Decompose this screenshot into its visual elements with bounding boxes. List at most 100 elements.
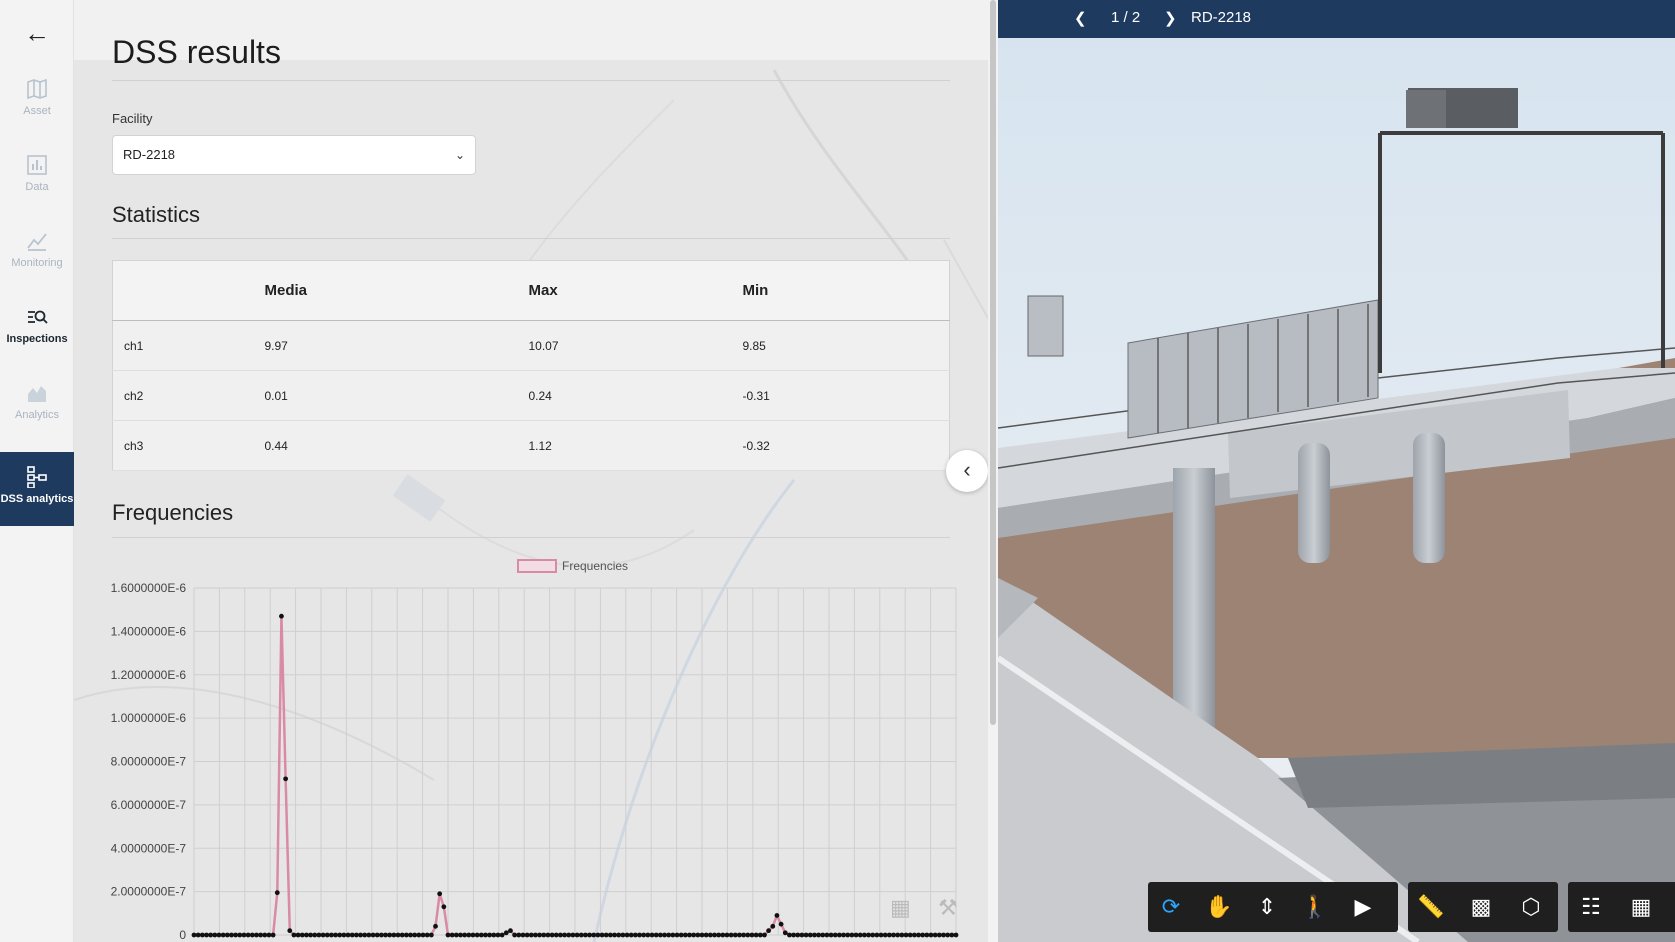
left-panel-scrollbar[interactable] [988, 0, 998, 942]
data-point [353, 932, 359, 938]
data-point [628, 932, 634, 938]
data-point [220, 932, 226, 938]
frequencies-chart: 0 2.0000000E-7 4.0000000E-7 6.0000000E-7 8.0… [111, 559, 959, 942]
data-point [861, 932, 867, 938]
sidebar-item-label: Inspections [6, 333, 68, 345]
cell-media: 9.97 [264, 338, 288, 353]
data-point [512, 932, 518, 938]
sidebar-item-label: Monitoring [11, 257, 63, 269]
collapse-panel-button[interactable]: ‹ [946, 450, 988, 492]
y-tick-label: 6.0000000E-7 [111, 798, 187, 812]
data-point [537, 932, 543, 938]
scrollbar-thumb[interactable] [990, 0, 996, 725]
sidebar-item-monitoring[interactable]: Monitoring [0, 216, 74, 290]
y-tick-label: 0 [179, 928, 186, 942]
sidebar-item-label: Data [25, 181, 49, 193]
sidebar-item-inspections[interactable]: Inspections [0, 292, 74, 366]
data-point [907, 932, 913, 938]
data-point [866, 932, 871, 938]
data-point [270, 932, 276, 938]
data-point [803, 932, 809, 938]
data-point [233, 932, 239, 938]
sidebar: ← Asset Data Monitoring Inspections Anal… [0, 0, 74, 942]
data-point [770, 923, 776, 929]
section-icon[interactable]: ▩ [1464, 890, 1498, 924]
chevron-right-icon[interactable]: ❯ [1164, 9, 1177, 27]
data-point [453, 932, 459, 938]
data-point [295, 932, 301, 938]
data-point [583, 932, 588, 938]
model-tree-icon[interactable]: ☷ [1574, 890, 1608, 924]
data-point [678, 932, 684, 938]
data-point [657, 932, 663, 938]
cell-max: 10.07 [528, 338, 559, 353]
data-point [191, 932, 197, 938]
camera-icon[interactable]: ▶ [1346, 890, 1380, 924]
data-point [441, 904, 447, 910]
data-point [324, 932, 330, 938]
area-chart-icon [28, 386, 46, 402]
data-point [329, 932, 334, 938]
data-point [466, 932, 472, 938]
data-point [670, 932, 676, 938]
data-point [787, 932, 792, 938]
model-name: RD-2218 [1191, 9, 1252, 26]
sidebar-item-data[interactable]: Data [0, 140, 74, 214]
bridge-3d-model[interactable] [998, 38, 1675, 942]
search-list-icon [28, 310, 48, 324]
data-point [458, 932, 463, 938]
walk-icon[interactable]: 🚶 [1298, 890, 1332, 924]
data-point [478, 932, 484, 938]
data-point [591, 932, 597, 938]
data-point [620, 932, 626, 938]
data-point [408, 932, 413, 938]
data-point [316, 932, 322, 938]
data-point [953, 932, 959, 938]
data-point [753, 932, 759, 938]
data-point [916, 932, 921, 938]
explode-icon[interactable]: ⬡ [1514, 890, 1548, 924]
data-point [874, 932, 880, 938]
chevron-left-icon[interactable]: ❮ [1074, 9, 1087, 27]
data-point [528, 932, 534, 938]
data-point [483, 932, 488, 938]
chevron-left-icon: ‹ [963, 457, 971, 482]
data-point [520, 932, 526, 938]
map-layers-icon[interactable]: ▦ [890, 895, 911, 921]
properties-icon[interactable]: ▦ [1624, 890, 1658, 924]
data-point [345, 932, 351, 938]
sidebar-item-dss-analytics[interactable]: DSS analytics [0, 452, 74, 526]
data-point [845, 932, 851, 938]
data-point [416, 932, 422, 938]
table-row: ch3 0.44 1.12 -0.32 [112, 421, 950, 471]
data-point [308, 932, 313, 938]
y-tick-label: 1.2000000E-6 [111, 668, 187, 682]
data-point [283, 776, 289, 782]
divider [112, 80, 950, 81]
measure-icon[interactable]: 📏 [1414, 890, 1448, 924]
pan-icon[interactable]: ✋ [1202, 890, 1236, 924]
data-point [266, 932, 272, 938]
data-point [649, 932, 655, 938]
cell-media: 0.44 [264, 438, 288, 453]
data-point [841, 932, 846, 938]
dolly-icon[interactable]: ⇕ [1250, 890, 1284, 924]
data-point [516, 932, 522, 938]
orbit-icon[interactable]: ⟳ [1154, 890, 1188, 924]
data-point [370, 932, 376, 938]
model-viewer[interactable]: ❮ 1 / 2 ❯ RD-2218 ⟳ ✋ ⇕ 🚶 ▶ 📏 ▩ ⬡ ☷ ▦ [998, 0, 1675, 942]
tools-icon[interactable]: ⚒ [938, 895, 958, 921]
data-point [716, 932, 722, 938]
data-point [212, 932, 218, 938]
data-point [820, 932, 826, 938]
row-name: ch1 [124, 338, 144, 353]
data-point [687, 932, 692, 938]
data-point [428, 932, 434, 938]
sidebar-item-asset[interactable]: Asset [0, 64, 74, 138]
y-tick-label: 4.0000000E-7 [111, 841, 187, 855]
data-point [624, 932, 630, 938]
back-arrow-icon[interactable]: ← [20, 18, 54, 48]
data-point [499, 932, 505, 938]
sidebar-item-analytics[interactable]: Analytics [0, 368, 74, 442]
facility-select[interactable]: RD-2218 ⌄ [112, 135, 476, 175]
